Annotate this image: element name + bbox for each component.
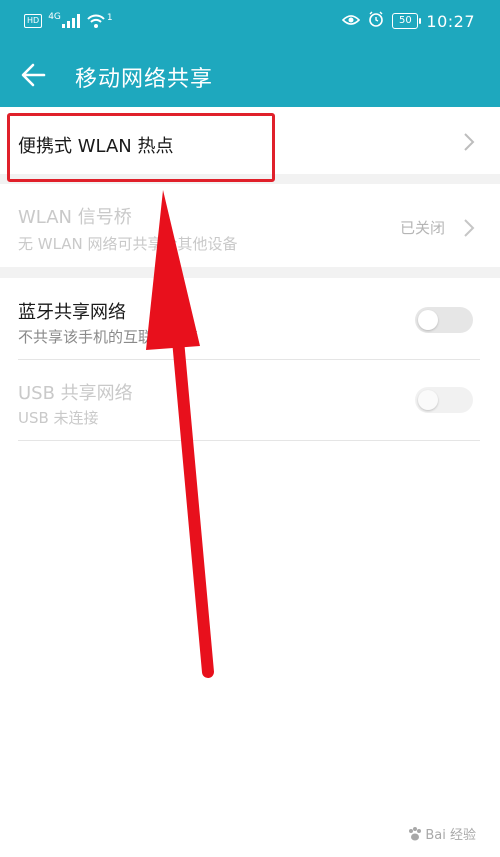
chevron-right-icon <box>464 133 475 151</box>
back-button[interactable] <box>16 57 52 93</box>
watermark-text: Bai 经验 <box>425 828 476 843</box>
status-bar: HD 4G 1 50 10:27 <box>0 0 500 44</box>
back-arrow-icon <box>21 63 46 87</box>
bluetooth-title: 蓝牙共享网络 <box>18 302 126 323</box>
status-right: 50 10:27 <box>342 10 475 32</box>
wifi-signal-icon: 1 <box>86 13 113 29</box>
bluetooth-toggle[interactable] <box>415 307 473 333</box>
page-title: 移动网络共享 <box>75 67 214 92</box>
status-left: HD 4G 1 <box>24 11 113 31</box>
watermark: Bai 经验 <box>407 824 476 843</box>
usb-tethering-row[interactable]: USB 共享网络 USB 未连接 <box>0 360 500 440</box>
clock: 10:27 <box>426 11 475 31</box>
wlan-bridge-status: 已关闭 <box>400 219 446 237</box>
hd-voice-icon: HD <box>24 14 43 28</box>
wifi-label: 1 <box>106 13 113 23</box>
wlan-bridge-title: WLAN 信号桥 <box>18 207 132 228</box>
bluetooth-subtitle: 不共享该手机的互联网连接 <box>18 328 199 346</box>
toggle-knob <box>418 310 438 330</box>
bluetooth-tethering-row[interactable]: 蓝牙共享网络 不共享该手机的互联网连接 <box>0 278 500 359</box>
header: HD 4G 1 50 10:27 移动网络共享 <box>0 0 500 107</box>
alarm-icon <box>368 11 384 31</box>
usb-subtitle: USB 未连接 <box>18 409 99 427</box>
wlan-bridge-subtitle: 无 WLAN 网络可共享给其他设备 <box>18 235 238 253</box>
highlight-box <box>7 113 275 182</box>
chevron-right-icon <box>464 219 475 237</box>
usb-toggle[interactable] <box>415 387 473 413</box>
4g-signal-icon: 4G <box>48 12 80 28</box>
app-bar: 移动网络共享 <box>0 44 500 107</box>
toggle-knob <box>418 390 438 410</box>
eye-comfort-icon <box>342 12 361 31</box>
section-divider <box>0 267 500 278</box>
baidu-paw-icon <box>409 826 422 840</box>
row-divider <box>18 440 480 441</box>
wlan-bridge-row[interactable]: WLAN 信号桥 无 WLAN 网络可共享给其他设备 已关闭 <box>0 184 500 267</box>
battery-icon: 50 <box>392 13 422 29</box>
usb-title: USB 共享网络 <box>18 383 133 404</box>
network-label: 4G <box>48 12 61 22</box>
